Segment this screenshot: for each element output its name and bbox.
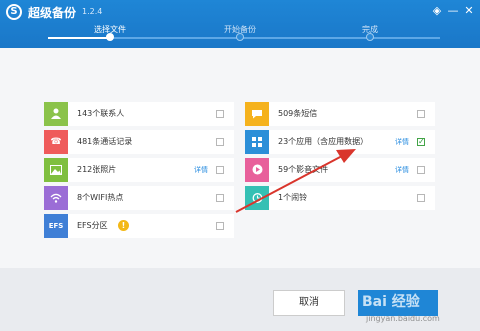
item-apps[interactable]: 23个应用（含应用数据） 详情 ✓ (245, 130, 435, 154)
item-label: 481条通话记录 (77, 137, 133, 146)
item-label: EFS分区 (77, 221, 108, 230)
checkbox[interactable] (216, 222, 224, 230)
app-logo-icon: S (6, 4, 22, 20)
item-wifi[interactable]: 8个WIFI热点 (44, 186, 234, 210)
sms-icon (245, 102, 269, 126)
alarm-icon (245, 186, 269, 210)
item-sms[interactable]: 509条短信 (245, 102, 435, 126)
cancel-button[interactable]: 取消 (273, 290, 345, 316)
item-call-log[interactable]: ☎ 481条通话记录 (44, 130, 234, 154)
checkbox[interactable] (216, 110, 224, 118)
details-link[interactable]: 详情 (194, 165, 208, 175)
checkbox[interactable] (216, 194, 224, 202)
skin-icon[interactable]: ◈ (430, 4, 444, 18)
media-icon (245, 158, 269, 182)
watermark: Bai 经验 (362, 294, 420, 310)
checkbox[interactable] (216, 166, 224, 174)
app-version: 1.2.4 (82, 7, 103, 16)
app-title: 超级备份 (28, 6, 77, 20)
details-link[interactable]: 详情 (395, 165, 409, 175)
watermark-url: jingyan.baidu.com (366, 314, 440, 323)
close-icon[interactable]: ✕ (462, 4, 476, 18)
details-link[interactable]: 详情 (395, 137, 409, 147)
item-alarm[interactable]: 1个闹铃 (245, 186, 435, 210)
checkbox[interactable] (417, 110, 425, 118)
checkbox[interactable] (216, 138, 224, 146)
item-label: 59个影音文件 (278, 165, 329, 174)
item-label: 212张照片 (77, 165, 117, 174)
title-bar: S 超级备份 1.2.4 ◈ — ✕ 选择文件 开始备份 完成 (0, 0, 480, 48)
backup-item-panel: 143个联系人 ☎ 481条通话记录 212张照片 详情 8个WIFI热点 EF… (0, 48, 480, 268)
efs-icon: EFS (44, 214, 68, 238)
wifi-icon (44, 186, 68, 210)
progress-track-completed (48, 37, 108, 39)
item-label: 143个联系人 (77, 109, 125, 118)
step-dot-start (236, 33, 244, 41)
item-label: 23个应用（含应用数据） (278, 137, 369, 146)
photo-icon (44, 158, 68, 182)
item-label: 509条短信 (278, 109, 318, 118)
checkbox-checked[interactable]: ✓ (417, 138, 425, 146)
contacts-icon (44, 102, 68, 126)
item-contacts[interactable]: 143个联系人 (44, 102, 234, 126)
step-dot-select (106, 33, 114, 41)
phone-icon: ☎ (44, 130, 68, 154)
item-media[interactable]: 59个影音文件 详情 (245, 158, 435, 182)
item-photos[interactable]: 212张照片 详情 (44, 158, 234, 182)
item-efs[interactable]: EFS EFS分区 ! (44, 214, 234, 238)
step-dot-done (366, 33, 374, 41)
apps-icon (245, 130, 269, 154)
item-label: 1个闹铃 (278, 193, 308, 202)
checkbox[interactable] (417, 194, 425, 202)
checkbox[interactable] (417, 166, 425, 174)
item-label: 8个WIFI热点 (77, 193, 124, 202)
minimize-icon[interactable]: — (446, 4, 460, 18)
info-icon[interactable]: ! (118, 220, 129, 231)
